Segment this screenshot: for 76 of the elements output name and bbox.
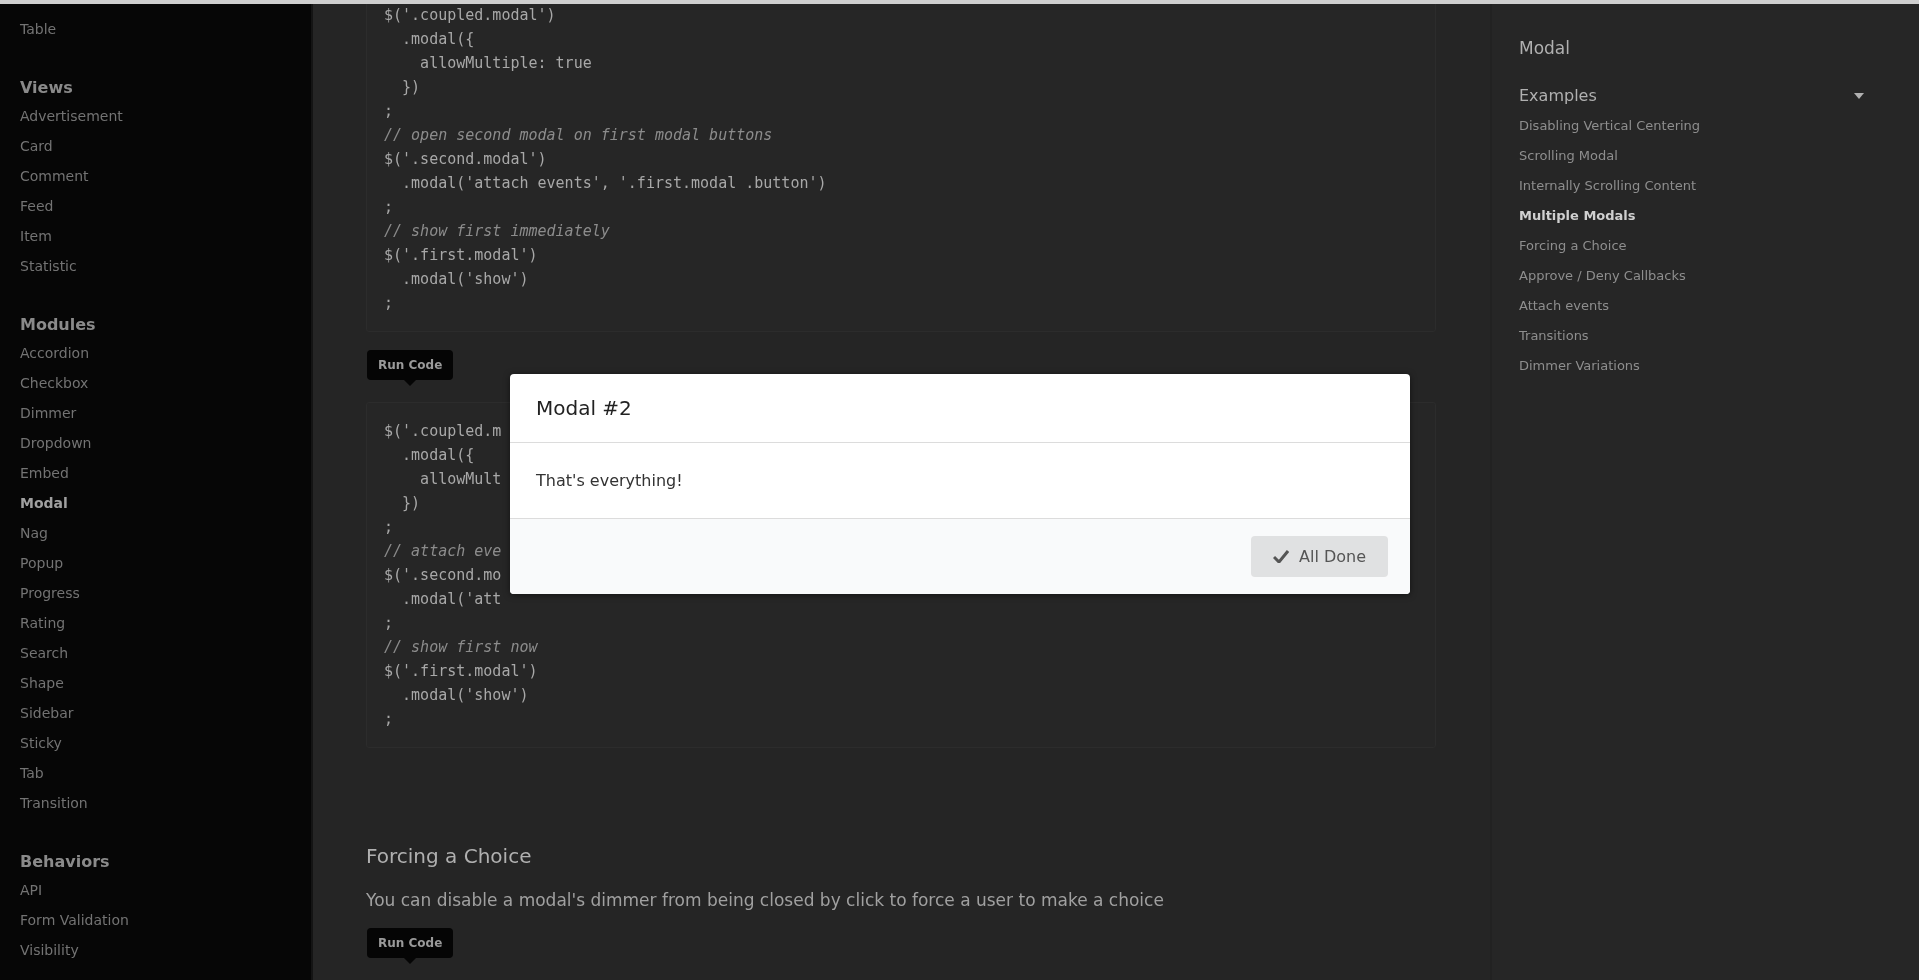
sidebar-item[interactable]: Statistic: [20, 251, 77, 281]
sidebar-item[interactable]: Progress: [20, 578, 80, 608]
code-line: .modal({: [401, 29, 475, 50]
code-line: .modal({: [401, 445, 475, 466]
code-line: $('.second.modal'): [384, 149, 547, 170]
sidebar-item[interactable]: Card: [20, 131, 53, 161]
sidebar-item[interactable]: Dropdown: [20, 428, 92, 458]
sidebar-item[interactable]: Item: [20, 221, 52, 251]
code-line: }): [401, 77, 421, 98]
code-line: .modal('show'): [401, 269, 529, 290]
pointer-icon: [404, 380, 417, 386]
code-line: ;: [384, 293, 394, 314]
code-line: $('.second.mo: [384, 565, 502, 586]
sidebar-item[interactable]: Comment: [20, 161, 89, 191]
run-code-button[interactable]: Run Code: [367, 350, 454, 380]
page-nav-link[interactable]: Disabling Vertical Centering: [1519, 111, 1701, 141]
sidebar-item[interactable]: Search: [20, 638, 69, 668]
code-line: $('.coupled.m: [384, 421, 502, 442]
code-line: .modal('attach events', '.first.modal .button'): [401, 173, 827, 194]
sidebar-item[interactable]: Popup: [20, 548, 64, 578]
code-comment: // open second modal on first modal buttons: [384, 125, 773, 146]
nav-section-title: Views: [20, 77, 73, 99]
sidebar-item[interactable]: Sidebar: [20, 698, 74, 728]
page-nav-link[interactable]: Internally Scrolling Content: [1519, 171, 1697, 201]
sidebar-item[interactable]: Form Validation: [20, 905, 129, 935]
code-line: }): [401, 493, 421, 514]
sidebar-item[interactable]: Nag: [20, 518, 48, 548]
code-line: ;: [384, 517, 394, 538]
code-line: $('.first.modal'): [384, 245, 538, 266]
sidebar-item[interactable]: Shape: [20, 668, 64, 698]
page-nav-link[interactable]: Dimmer Variations: [1519, 351, 1640, 381]
sidebar-item[interactable]: Dimmer: [20, 398, 77, 428]
code-line: allowMultiple: true: [419, 53, 592, 74]
sidebar-item[interactable]: Checkbox: [20, 368, 89, 398]
check-icon: [1273, 550, 1289, 563]
page-nav-link[interactable]: Multiple Modals: [1519, 201, 1636, 231]
sidebar-item[interactable]: Accordion: [20, 338, 89, 368]
sidebar-item[interactable]: Table: [20, 14, 57, 44]
page-nav-title: Modal: [1519, 38, 1570, 58]
page-nav-link[interactable]: Approve / Deny Callbacks: [1519, 261, 1686, 291]
sidebar-item[interactable]: Visibility: [20, 935, 79, 965]
sidebar-item[interactable]: Tab: [20, 758, 44, 788]
page-nav-link[interactable]: Forcing a Choice: [1519, 231, 1627, 261]
nav-section-title: Modules: [20, 314, 96, 336]
code-line: ;: [384, 709, 394, 730]
sidebar-item[interactable]: Sticky: [20, 728, 62, 758]
code-line: allowMult: [419, 469, 502, 490]
code-line: $('.first.modal'): [384, 661, 538, 682]
code-line: ;: [384, 613, 394, 634]
all-done-button[interactable]: All Done: [1251, 536, 1388, 577]
code-line: $('.coupled.modal'): [384, 5, 556, 26]
section-description: You can disable a modal's dimmer from being closed by click to force a user to make a choice: [366, 890, 1164, 910]
sidebar-item[interactable]: API: [20, 875, 43, 905]
sidebar-item[interactable]: Embed: [20, 458, 69, 488]
sidebar-item[interactable]: Transition: [20, 788, 88, 818]
run-code-button[interactable]: Run Code: [367, 928, 454, 958]
code-line: ;: [384, 197, 394, 218]
modal-title: Modal #2: [510, 374, 1410, 443]
sidebar-item[interactable]: Rating: [20, 608, 66, 638]
page-nav-link[interactable]: Attach events: [1519, 291, 1610, 321]
page-nav-link[interactable]: Scrolling Modal: [1519, 141, 1618, 171]
sidebar-item[interactable]: Modal: [20, 488, 68, 518]
page-nav-link[interactable]: Transitions: [1519, 321, 1589, 351]
sidebar-item[interactable]: Feed: [20, 191, 54, 221]
sidebar-item[interactable]: Advertisement: [20, 101, 123, 131]
code-line: .modal('att: [401, 589, 502, 610]
nav-section-title: Behaviors: [20, 851, 110, 873]
pointer-icon: [404, 958, 417, 964]
code-line: .modal('show'): [401, 685, 529, 706]
code-comment: // show first now: [384, 637, 538, 658]
section-heading: Forcing a Choice: [366, 844, 532, 868]
code-line: ;: [384, 101, 394, 122]
caret-icon[interactable]: [1854, 92, 1864, 99]
code-comment: // show first immediately: [384, 221, 610, 242]
page-nav-section-title: Examples: [1519, 86, 1597, 105]
code-comment: // attach eve: [384, 541, 502, 562]
